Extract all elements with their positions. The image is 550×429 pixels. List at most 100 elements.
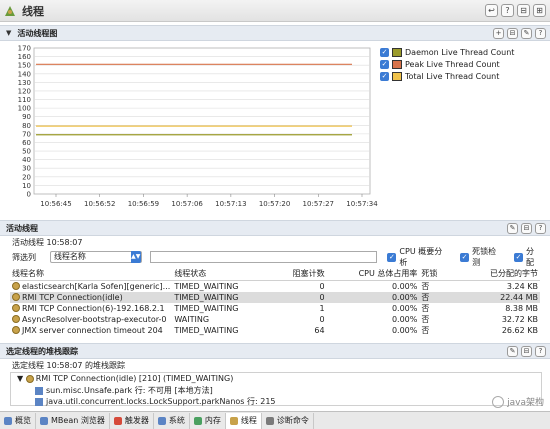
edit-chart-button[interactable]: ✎ [521, 28, 532, 39]
threads-help-button[interactable]: ? [535, 223, 546, 234]
tab-label: 概览 [15, 416, 31, 425]
filter-row: 筛选列 线程名称 ▲▼ ✓ CPU 概要分析 ✓ 死锁检测 ✓ 分配 [12, 247, 542, 267]
tab-label: 内存 [204, 416, 221, 425]
legend-swatch [392, 59, 402, 69]
edit-threads-button[interactable]: ✎ [507, 223, 518, 234]
table-row[interactable]: AsyncResolver-bootstrap-executor-0 WAITI… [10, 314, 540, 325]
column-header[interactable]: 已分配的字节 [458, 268, 540, 281]
threads-table: 线程名称 线程状态 阻塞计数 CPU 总体占用率 死锁 已分配的字节 elast… [10, 268, 540, 336]
tab-system[interactable]: 系统 [154, 412, 190, 429]
allocation-label: 分配 [526, 247, 535, 267]
plot-frame [33, 47, 371, 195]
legend-checkbox[interactable]: ✓ [380, 71, 389, 81]
legend-label: Total Live Thread Count [405, 71, 500, 81]
column-header[interactable]: CPU 总体占用率 [326, 268, 420, 281]
live-thread-chart[interactable]: 0102030405060708090100110120130140150160… [10, 44, 378, 216]
y-tick-label: 140 [18, 70, 31, 78]
filter-text-input[interactable] [149, 251, 378, 263]
thread-name-cell: JMX server connection timeout 204 [10, 325, 172, 336]
y-tick-label: 120 [18, 87, 31, 95]
cpu-profiling-checkbox[interactable]: ✓ CPU 概要分析 [387, 246, 450, 268]
table-row[interactable]: RMI TCP Connection(idle) TIMED_WAITING 0… [10, 291, 540, 303]
stack-help-button[interactable]: ? [535, 346, 546, 357]
tab-label: 系统 [168, 416, 185, 425]
column-header[interactable]: 线程状态 [172, 268, 271, 281]
table-row[interactable]: JMX server connection timeout 204 TIMED_… [10, 325, 540, 336]
tab-diagnostic-commands[interactable]: 诊断命令 [262, 412, 314, 429]
stack-trace-tree[interactable]: ▼ RMI TCP Connection(idle) [210] (TIMED_… [10, 372, 542, 406]
stack-root-node[interactable]: ▼ RMI TCP Connection(idle) [210] (TIMED_… [17, 374, 233, 383]
thread-state-cell: TIMED_WAITING [174, 303, 239, 313]
threads-icon [5, 5, 15, 16]
thread-name: AsyncResolver-bootstrap-executor-0 [22, 314, 167, 324]
y-tick-label: 20 [22, 173, 31, 181]
deadlock-cell: 否 [421, 281, 430, 291]
allocated-bytes-cell: 32.72 KB [501, 314, 538, 324]
thread-icon [12, 315, 20, 323]
legend-item-total[interactable]: ✓ Total Live Thread Count [380, 70, 542, 82]
threads-layout-button[interactable]: ⊟ [521, 223, 532, 234]
table-row[interactable]: RMI TCP Connection(6)-192.168.2.1 TIMED_… [10, 303, 540, 314]
stack-trace-timestamp: 选定线程 10:58:07 的堆栈跟踪 [12, 361, 126, 370]
cpu-usage-cell: 0.00% [391, 325, 418, 335]
stack-frame[interactable]: java.util.concurrent.locks.LockSupport.p… [35, 396, 276, 407]
minimize-button[interactable]: ⊟ [517, 4, 530, 17]
column-header[interactable]: 死锁 [419, 268, 459, 281]
tab-threads[interactable]: 线程 [225, 412, 262, 429]
thread-name: JMX server connection timeout 204 [22, 325, 163, 335]
thread-icon [12, 293, 20, 301]
stack-frame[interactable]: sun.misc.Unsafe.park 行: 不可用 [本地方法] [35, 385, 213, 396]
stack-frame-label: sun.misc.Unsafe.park 行: 不可用 [本地方法] [46, 386, 213, 395]
y-tick-label: 110 [18, 96, 31, 104]
checkbox-check-icon: ✓ [387, 252, 397, 262]
help-button[interactable]: ? [501, 4, 514, 17]
chart-section-header[interactable]: ▼ 活动线程图 + ⊟ ✎ ? [0, 25, 550, 41]
legend-item-peak[interactable]: ✓ Peak Live Thread Count [380, 58, 542, 70]
blocked-count-cell: 0 [319, 281, 325, 291]
legend-label: Daemon Live Thread Count [405, 47, 515, 57]
expand-triangle-icon[interactable]: ▼ [17, 374, 26, 383]
filter-column-select[interactable]: 线程名称 ▲▼ [49, 251, 142, 263]
x-tick-label: 10:57:06 [171, 200, 203, 208]
watermark-text: java架构 [507, 398, 544, 408]
chart-help-button[interactable]: ? [535, 28, 546, 39]
legend-item-daemon[interactable]: ✓ Daemon Live Thread Count [380, 46, 542, 58]
maximize-button[interactable]: ⊞ [533, 4, 546, 17]
tab-overview[interactable]: 概览 [0, 412, 36, 429]
blocked-count-cell: 0 [270, 291, 327, 303]
column-header[interactable]: 线程名称 [10, 268, 173, 281]
filter-column-value: 线程名称 [53, 252, 86, 261]
column-header[interactable]: 阻塞计数 [270, 268, 327, 281]
allocation-checkbox[interactable]: ✓ 分配 [514, 246, 542, 268]
stack-layout-button[interactable]: ⊟ [521, 346, 532, 357]
edit-stack-button[interactable]: ✎ [507, 346, 518, 357]
thread-name-cell: RMI TCP Connection(idle) [10, 291, 173, 303]
deadlock-detection-label: 死锁检测 [472, 247, 497, 267]
thread-name-cell: AsyncResolver-bootstrap-executor-0 [10, 314, 172, 325]
table-row[interactable]: elasticsearch[Karla Sofen][generic]... T… [10, 280, 540, 292]
chart-legend: ✓ Daemon Live Thread Count ✓ Peak Live T… [380, 46, 542, 86]
tab-triggers[interactable]: 触发器 [110, 412, 154, 429]
thread-icon [25, 374, 34, 383]
deadlock-cell: 否 [421, 303, 430, 313]
legend-swatch [392, 47, 402, 57]
thread-icon [12, 282, 20, 290]
legend-checkbox[interactable]: ✓ [380, 47, 389, 57]
collapse-triangle-icon[interactable]: ▼ [6, 29, 11, 37]
thread-state-cell: TIMED_WAITING [172, 291, 271, 303]
add-series-button[interactable]: + [493, 28, 504, 39]
chart-layout-button[interactable]: ⊟ [507, 28, 518, 39]
chart-section-title: 活动线程图 [17, 28, 58, 38]
x-tick-label: 10:56:45 [40, 200, 71, 208]
page-title: 线程 [22, 4, 44, 18]
memory-icon [193, 416, 202, 425]
diagnostic-icon [265, 416, 274, 425]
bottom-tab-bar: 概览 MBean 浏览器 触发器 系统 内存 线程 诊断命令 [0, 411, 550, 429]
y-tick-label: 100 [18, 105, 31, 113]
deadlock-detection-checkbox[interactable]: ✓ 死锁检测 [460, 246, 504, 268]
tab-memory[interactable]: 内存 [190, 412, 226, 429]
legend-checkbox[interactable]: ✓ [380, 59, 389, 69]
tab-mbean-browser[interactable]: MBean 浏览器 [36, 412, 110, 429]
refresh-button[interactable]: ↩ [485, 4, 498, 17]
threads-icon [229, 416, 238, 425]
